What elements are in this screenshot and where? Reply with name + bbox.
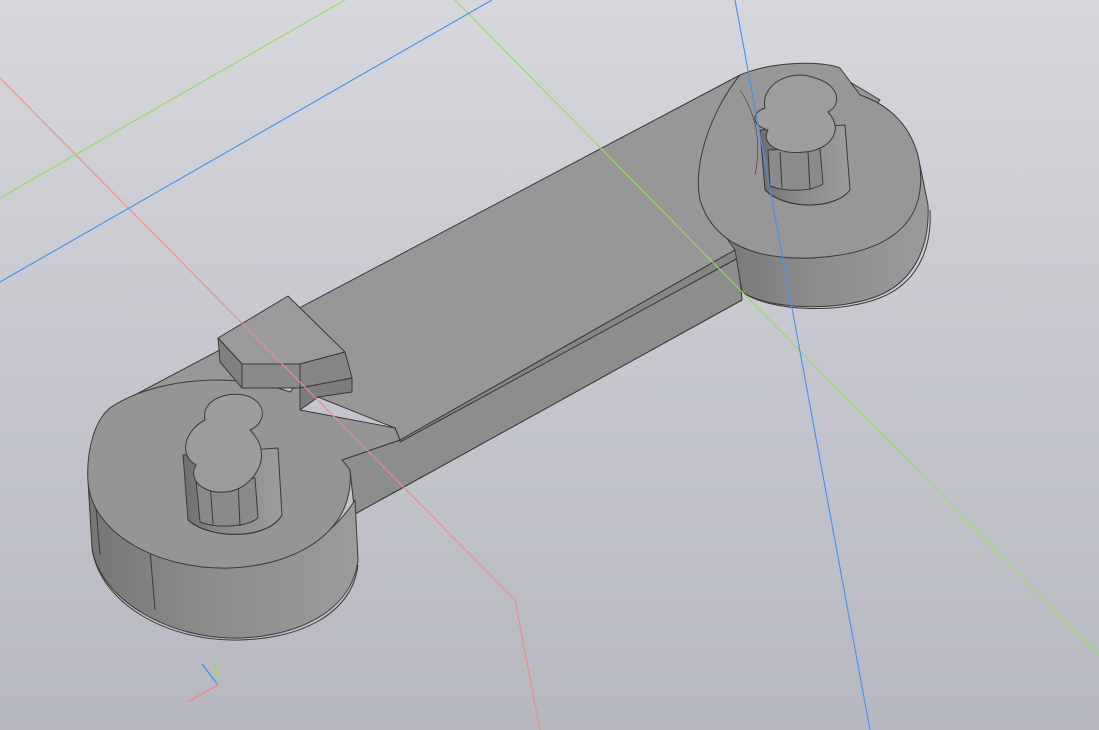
right-pin-shaft xyxy=(767,147,824,191)
viewport-canvas[interactable] xyxy=(0,0,1099,730)
stop-block-face xyxy=(241,363,301,389)
3d-viewport[interactable] xyxy=(0,0,1099,730)
